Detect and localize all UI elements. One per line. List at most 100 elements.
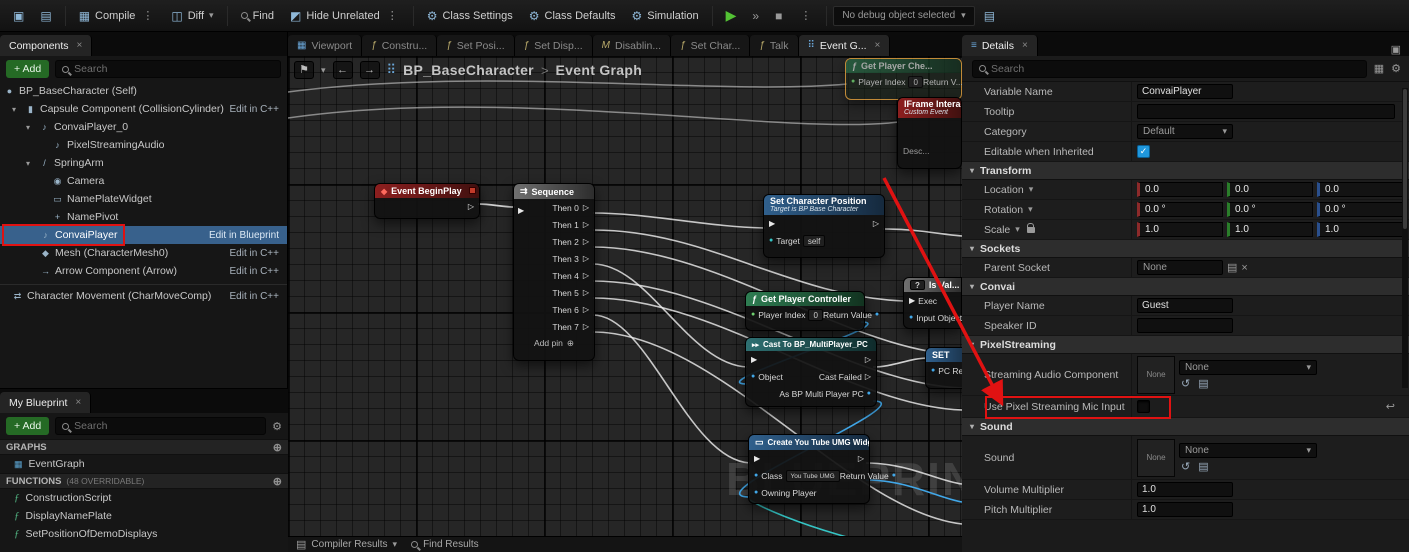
class-pin[interactable]: ● [754, 472, 758, 479]
compile-options-icon[interactable]: ⋮ [140, 9, 155, 22]
component-row-namepivot[interactable]: + NamePivot [0, 208, 287, 226]
exec-out-pin[interactable]: ▷ [858, 454, 864, 463]
socket-browse-icon[interactable]: ▤ [1227, 261, 1237, 274]
scale-y-field[interactable]: 1.0 [1227, 222, 1313, 237]
hide-unrelated-button[interactable]: ◩ Hide Unrelated ⋮ [283, 4, 407, 28]
component-row-nameplatewidget[interactable]: ▭ NamePlateWidget [0, 190, 287, 208]
object-pin[interactable]: ● [751, 373, 755, 380]
class-value-dropdown[interactable]: You Tube UMG [786, 470, 840, 482]
as-bp-multiplayer-pin[interactable]: ● [867, 390, 871, 397]
close-icon[interactable]: × [1022, 40, 1028, 51]
class-defaults-button[interactable]: ⚙ Class Defaults [522, 4, 623, 28]
add-component-button[interactable]: + Add [6, 60, 49, 78]
functions-section-header[interactable]: FUNCTIONS (48 OVERRIDABLE) ⊕ [0, 473, 288, 489]
debug-object-dropdown[interactable]: No debug object selected ▾ [833, 6, 974, 26]
graph-item-eventgraph[interactable]: ▦ EventGraph [0, 455, 288, 473]
exec-out-pin[interactable]: ▷ [583, 288, 589, 297]
sequence-pin-row[interactable]: Then 2▷ [514, 233, 594, 250]
function-item-displaynameplate[interactable]: ƒ DisplayNamePlate [0, 507, 288, 525]
scale-z-field[interactable]: 1.0 [1317, 222, 1403, 237]
graph-canvas[interactable]: BLUEPRINT ⚑ ▾ ← → ⠿ B [288, 56, 962, 536]
exec-in-pin[interactable]: ▶ [751, 355, 757, 364]
edit-in-cpp-link[interactable]: Edit in C++ [230, 291, 287, 302]
scale-lock-icon[interactable] [1027, 227, 1035, 233]
nav-back-button[interactable]: ← [333, 61, 353, 79]
component-row-springarm[interactable]: ▾ / SpringArm [0, 154, 287, 172]
section-header-pixelstreaming[interactable]: ▾ PixelStreaming [962, 336, 1409, 354]
breadcrumb-root[interactable]: BP_BaseCharacter [403, 62, 534, 78]
find-results-tab[interactable]: Find Results [411, 539, 479, 550]
exec-in-pin[interactable]: ▶ [909, 296, 915, 305]
frame-skip-button[interactable]: » [745, 4, 766, 28]
stop-button[interactable]: ■ [768, 4, 789, 28]
compiler-results-tab[interactable]: ▤ Compiler Results ▾ [296, 538, 397, 551]
tab-event-graph[interactable]: ⠿ Event G... × [799, 35, 891, 56]
tab-set-position[interactable]: ƒ Set Posi... [437, 35, 514, 56]
rotation-y-field[interactable]: 0.0 ° [1227, 202, 1313, 217]
tab-talk[interactable]: ƒ Talk [750, 35, 798, 56]
parent-socket-field[interactable]: None [1137, 260, 1223, 275]
expander-icon[interactable]: ▾ [26, 159, 35, 168]
pitch-multiplier-input[interactable] [1137, 502, 1233, 517]
browse-to-asset-icon[interactable]: ▤ [1198, 377, 1208, 390]
component-row-arrow[interactable]: → Arrow Component (Arrow) Edit in C++ [0, 262, 287, 280]
exec-out-pin[interactable]: ▷ [468, 202, 474, 211]
tab-components[interactable]: Components × [0, 35, 92, 56]
browse-to-asset-icon[interactable]: ▤ [1198, 460, 1208, 473]
component-row-self[interactable]: ● BP_BaseCharacter (Self) [0, 82, 287, 100]
input-object-pin[interactable]: ● [909, 314, 913, 321]
expander-icon[interactable]: ▾ [12, 105, 21, 114]
add-blueprint-item-button[interactable]: + Add [6, 417, 49, 435]
function-item-setposition[interactable]: ƒ SetPositionOfDemoDisplays [0, 525, 288, 543]
node-set-pc-ref[interactable]: SET ● PC Ref [925, 347, 962, 389]
exec-out-pin[interactable]: ▷ [583, 203, 589, 212]
component-row-mesh[interactable]: ◆ Mesh (CharacterMesh0) Edit in C++ [0, 244, 287, 262]
close-icon[interactable]: × [75, 397, 81, 408]
component-row-charactermovement[interactable]: ⇄ Character Movement (CharMoveComp) Edit… [0, 287, 287, 305]
location-y-field[interactable]: 0.0 [1227, 182, 1313, 197]
node-sequence[interactable]: ⇉ Sequence ▶ Then 0▷ Then 1▷ Then 2▷ The… [513, 183, 595, 361]
tab-my-blueprint[interactable]: My Blueprint × [0, 392, 91, 413]
edit-in-cpp-link[interactable]: Edit in C++ [230, 248, 287, 259]
volume-multiplier-input[interactable] [1137, 482, 1233, 497]
edit-in-blueprint-link[interactable]: Edit in Blueprint [209, 230, 287, 241]
compile-button[interactable]: ▦ Compile ⋮ [72, 4, 163, 28]
edit-in-cpp-link[interactable]: Edit in C++ [230, 104, 287, 115]
use-pixel-streaming-mic-input-checkbox[interactable] [1137, 400, 1150, 413]
component-row-pixelstreamingaudio[interactable]: ♪ PixelStreamingAudio [0, 136, 287, 154]
tab-disabling[interactable]: M Disablin... [593, 35, 671, 56]
details-search-input[interactable] [991, 63, 1360, 75]
use-selected-asset-icon[interactable]: ↺ [1181, 460, 1190, 473]
location-z-field[interactable]: 0.0 [1317, 182, 1403, 197]
cast-failed-pin[interactable]: ▷ [865, 372, 871, 381]
use-selected-asset-icon[interactable]: ↺ [1181, 377, 1190, 390]
diff-button[interactable]: ◫ Diff ▾ [164, 4, 220, 28]
node-cast-to-bp-multiplayer-pc[interactable]: ▸▸ Cast To BP_MultiPlayer_PC ▶ ▷ ● Objec… [745, 337, 877, 407]
node-get-player-checkpoint[interactable]: ƒ Get Player Che... ● Player Index 0 Ret… [845, 58, 962, 100]
tab-construction[interactable]: ƒ Constru... [362, 35, 437, 56]
player-index-pin[interactable]: ● [751, 311, 755, 318]
add-function-icon[interactable]: ⊕ [273, 475, 282, 488]
rotation-z-field[interactable]: 0.0 ° [1317, 202, 1403, 217]
exec-out-pin[interactable]: ▷ [583, 254, 589, 263]
exec-in-pin[interactable]: ▶ [518, 206, 524, 215]
exec-in-pin[interactable]: ▶ [769, 219, 775, 228]
return-value-pin[interactable]: ● [892, 472, 896, 479]
exec-in-pin[interactable]: ▶ [754, 454, 760, 463]
component-row-camera[interactable]: ◉ Camera [0, 172, 287, 190]
rotation-x-field[interactable]: 0.0 ° [1137, 202, 1223, 217]
scale-x-field[interactable]: 1.0 [1137, 222, 1223, 237]
sequence-pin-row[interactable]: Then 6▷ [514, 301, 594, 318]
nav-forward-button[interactable]: → [360, 61, 380, 79]
bookmark-flag-icon[interactable]: ⚑ [294, 61, 314, 79]
component-row-capsule[interactable]: ▾ ▮ Capsule Component (CollisionCylinder… [0, 100, 287, 118]
components-search-input[interactable] [74, 63, 274, 75]
scale-dropdown-icon[interactable]: ▾ [1015, 224, 1020, 235]
exec-out-pin[interactable]: ▷ [583, 237, 589, 246]
audio-asset-dropdown[interactable]: None ▾ [1179, 360, 1317, 375]
property-matrix-icon[interactable]: ▦ [1374, 62, 1384, 75]
edit-in-cpp-link[interactable]: Edit in C++ [230, 266, 287, 277]
node-set-character-position[interactable]: Set Character Position Target is BP Base… [763, 194, 885, 258]
player-index-value[interactable]: 0 [908, 76, 922, 88]
class-settings-button[interactable]: ⚙ Class Settings [420, 4, 520, 28]
